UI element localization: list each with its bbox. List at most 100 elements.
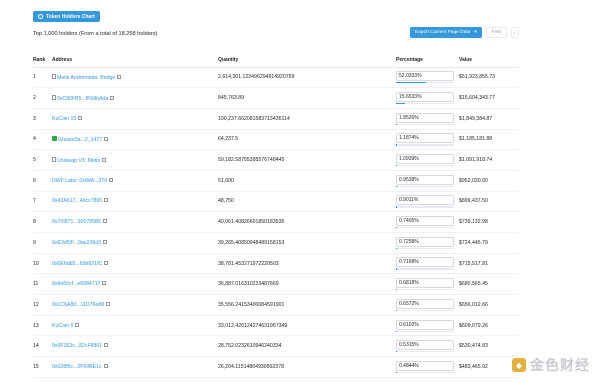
quantity-cell: 40,061.40826601850183536 <box>218 211 396 233</box>
percentage-bar-track <box>396 351 454 353</box>
first-page-button[interactable]: First <box>485 27 507 38</box>
percentage-cell: 0.7405% <box>396 211 459 233</box>
rank-cell: 13 <box>33 315 52 337</box>
copy-icon[interactable] <box>104 260 109 265</box>
table-header-row: Rank Address Quantity Percentage Value <box>33 54 519 68</box>
percentage-bar-track <box>396 330 454 332</box>
column-header-address: Address <box>52 54 218 68</box>
percentage-box: 1.0939% <box>396 154 454 167</box>
percentage-cell: 0.5315% <box>396 335 459 358</box>
address-cell: 0x1C6A80...11D76e88 <box>52 294 218 316</box>
percentage-cell: 1.0939% <box>396 149 459 171</box>
quantity-cell: 26,204.11514804930562378 <box>218 356 396 378</box>
percentage-value: 1.0939% <box>396 154 454 164</box>
gnosis-safe-icon <box>52 135 57 141</box>
address-link[interactable]: Metis Andromeda: Bridge <box>57 75 115 81</box>
percentage-cell: 0.6818% <box>396 273 459 296</box>
percentage-value: 1.8526% <box>396 112 454 123</box>
rank-cell: 4 <box>33 129 52 151</box>
value-cell: $15,604,343.77 <box>459 87 519 109</box>
percentage-box: 0.7168% <box>396 257 454 270</box>
copy-icon[interactable] <box>104 343 109 348</box>
copy-icon[interactable] <box>117 74 122 79</box>
copy-icon[interactable] <box>103 363 108 368</box>
table-row: 15 0x028f5c...2F59BE1c 26,204.115148049305… <box>33 356 519 378</box>
column-header-value: Value <box>459 54 519 68</box>
copy-icon[interactable] <box>104 136 109 141</box>
percentage-box: 15.6533% <box>396 91 454 105</box>
address-link[interactable]: 0x6E6db5...69b921fC <box>52 261 102 267</box>
value-cell: $724,446.79 <box>459 232 519 254</box>
percentage-bar-track <box>396 165 454 167</box>
address-link[interactable]: 0x6e60cf...e6084717 <box>52 281 100 287</box>
percentage-bar-track <box>396 371 454 374</box>
rank-cell: 10 <box>33 253 52 275</box>
percentage-bar-fill <box>396 185 397 187</box>
table-row: 4 GnosisSa...2_1477 64,237.5 1.1874% $1,185,… <box>33 129 519 151</box>
value-cell: $530,474.83 <box>459 335 519 358</box>
copy-icon[interactable] <box>110 95 115 100</box>
table-toolbar: Export Current Page Data ▾ First ‹ <box>410 27 519 38</box>
table-row: 3 KuCoin 15 100,237.662081583713436114 1.85… <box>33 108 519 130</box>
percentage-cell: 0.9011% <box>396 191 459 213</box>
address-link[interactable]: DWF Labs: 0xddA...374 <box>52 178 107 184</box>
quantity-cell: 39,265.40850948489158153 <box>218 232 396 254</box>
rank-cell: 5 <box>33 149 52 171</box>
percentage-box: 0.5315% <box>396 340 454 353</box>
copy-icon[interactable] <box>102 219 107 224</box>
export-button[interactable]: Export Current Page Data ▾ <box>410 27 482 38</box>
percentage-value: 0.6102% <box>396 319 454 330</box>
percentage-value: 1.1874% <box>396 133 454 144</box>
copy-icon[interactable] <box>75 322 80 327</box>
address-link[interactable]: Uniswap V3: Metis <box>57 158 100 164</box>
copy-icon[interactable] <box>106 301 111 306</box>
percentage-value: 0.9011% <box>396 195 454 206</box>
percentage-value: 0.7258% <box>396 236 454 247</box>
percentage-box: 0.4844% <box>396 360 454 374</box>
export-button-label: Export Current Page Data <box>415 30 471 35</box>
percentage-box: 0.9011% <box>396 195 454 208</box>
address-link[interactable]: 0x43A617...49cc7865 <box>52 198 102 204</box>
table-row: 8 0x709f71...30078985 40,061.4082660185018… <box>33 211 519 233</box>
percentage-box: 0.7405% <box>396 216 454 229</box>
copy-icon[interactable] <box>104 198 109 203</box>
value-cell: $739,132.98 <box>459 211 519 233</box>
prev-page-button[interactable]: ‹ <box>511 27 519 38</box>
address-link[interactable]: 0xE3df2F...0ae236d3 <box>52 240 101 246</box>
quantity-cell: 28,752.0232610946240334 <box>218 335 396 358</box>
percentage-box: 0.9538% <box>396 174 454 187</box>
percentage-bar-track <box>396 309 454 311</box>
address-link[interactable]: 0x028f5c...2F59BE1c <box>52 364 102 370</box>
address-link[interactable]: 0x9F263c...82cF8861 <box>52 343 102 349</box>
address-cell: Uniswap V3: Metis <box>52 149 218 171</box>
table-row: 13 KuCoin 6 33,012.426124274631967349 0.610… <box>33 315 519 337</box>
address-link[interactable]: 0x709f71...30078985 <box>52 219 101 225</box>
value-cell: $656,012.66 <box>459 294 519 316</box>
token-holders-chart-button[interactable]: Token Holders Chart <box>33 11 100 22</box>
copy-icon[interactable] <box>78 115 83 120</box>
address-link[interactable]: 0xC80FB5...fFb9bAda <box>57 96 108 102</box>
percentage-bar-track <box>396 102 454 105</box>
percentage-value: 0.7405% <box>396 216 454 227</box>
table-row: 11 0x6e60cf...e6084717 36,887.016310223487… <box>33 273 519 296</box>
address-cell: KuCoin 15 <box>52 108 218 130</box>
percentage-cell: 0.4844% <box>396 356 459 378</box>
value-cell: $680,565.45 <box>459 273 519 296</box>
percentage-bar-track <box>396 206 454 208</box>
copy-icon[interactable] <box>101 157 106 162</box>
table-row: 7 0x43A617...49cc7865 48,750 0.9011% $899,43… <box>33 191 519 213</box>
copy-icon[interactable] <box>103 239 108 244</box>
address-cell: GnosisSa...2_1477 <box>52 129 218 151</box>
address-link[interactable]: KuCoin 6 <box>52 323 73 329</box>
quantity-cell: 64,237.5 <box>218 129 396 151</box>
address-link[interactable]: GnosisSa...2_1477 <box>58 137 102 143</box>
copy-icon[interactable] <box>102 281 107 286</box>
quantity-cell: 845,763.89 <box>218 87 396 109</box>
address-link[interactable]: KuCoin 15 <box>52 116 76 122</box>
table-row: 2 0xC80FB5...fFb9bAda 845,763.89 15.6533% $1… <box>33 87 519 109</box>
address-link[interactable]: 0x1C6A80...11D76e88 <box>52 302 104 308</box>
table-row: 12 0x1C6A80...11D76e88 35,556.241534000845… <box>33 294 519 316</box>
percentage-box: 1.8526% <box>396 112 454 125</box>
copy-icon[interactable] <box>109 177 114 182</box>
value-cell: $51,923,855.73 <box>459 67 519 89</box>
